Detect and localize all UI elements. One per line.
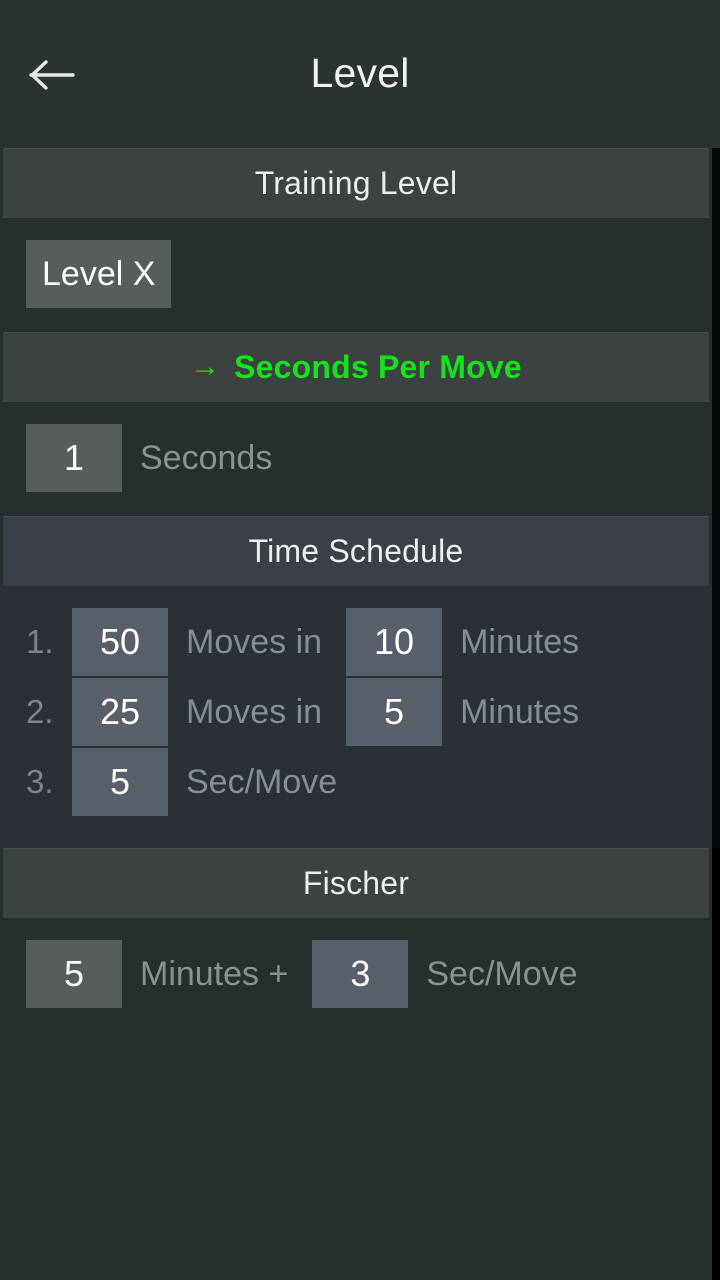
seconds-per-move-row: 1 Seconds	[0, 422, 712, 494]
time-schedule-row: 3. 5 Sec/Move	[0, 746, 712, 818]
moves-count-button[interactable]: 50	[72, 608, 168, 676]
arrow-right-icon: →	[190, 349, 221, 383]
moves-label: Moves in	[186, 692, 323, 731]
fischer-increment-label: Sec/Move	[426, 954, 578, 993]
seconds-per-move-unit-label: Seconds	[140, 438, 273, 477]
section-body-training-level: Level X	[0, 218, 712, 332]
page-title: Level	[310, 50, 410, 96]
section-header-time-schedule[interactable]: Time Schedule	[3, 516, 709, 586]
minutes-label: Minutes	[460, 622, 580, 661]
training-level-value-button[interactable]: Level X	[26, 240, 172, 308]
section-title-training-level: Training Level	[254, 165, 458, 201]
section-body-fischer: 5 Minutes + 3 Sec/Move	[0, 918, 712, 1032]
section-header-training-level[interactable]: Training Level	[3, 148, 709, 218]
row-index: 3.	[26, 763, 54, 800]
time-schedule-row: 2. 25 Moves in 5 Minutes	[0, 676, 712, 748]
level-settings-screen: Level Training Level Level X → Seconds P…	[0, 0, 720, 1280]
section-body-seconds-per-move: 1 Seconds	[0, 402, 712, 516]
section-header-seconds-per-move[interactable]: → Seconds Per Move	[3, 332, 709, 402]
moves-label: Moves in	[186, 622, 323, 661]
content-filler	[0, 1032, 712, 1280]
section-body-time-schedule: 1. 50 Moves in 10 Minutes 2. 25 Moves in…	[0, 586, 712, 848]
row-index: 1.	[26, 623, 54, 660]
vertical-scrollbar-thumb[interactable]	[712, 148, 720, 848]
section-title-fischer: Fischer	[302, 865, 410, 901]
minutes-count-button[interactable]: 5	[346, 678, 443, 746]
sec-per-move-button[interactable]: 5	[72, 748, 168, 816]
fischer-row: 5 Minutes + 3 Sec/Move	[0, 938, 712, 1010]
minutes-count-button[interactable]: 10	[346, 608, 443, 676]
fischer-increment-button[interactable]: 3	[312, 940, 409, 1008]
sec-per-move-label: Sec/Move	[186, 762, 338, 801]
app-bar: Level	[0, 0, 720, 148]
section-header-fischer[interactable]: Fischer	[3, 848, 709, 918]
vertical-scrollbar-track[interactable]	[712, 148, 720, 1280]
minutes-label: Minutes	[460, 692, 580, 731]
time-schedule-row: 1. 50 Moves in 10 Minutes	[0, 606, 712, 678]
settings-scroll-container[interactable]: Training Level Level X → Seconds Per Mov…	[0, 148, 712, 1280]
fischer-minutes-label: Minutes +	[140, 954, 289, 993]
moves-count-button[interactable]: 25	[72, 678, 168, 746]
section-title-time-schedule: Time Schedule	[248, 533, 464, 569]
row-index: 2.	[26, 693, 54, 730]
seconds-per-move-value-button[interactable]: 1	[26, 424, 122, 492]
fischer-minutes-button[interactable]: 5	[26, 940, 122, 1008]
training-level-row: Level X	[0, 238, 712, 310]
section-title-seconds-per-move: Seconds Per Move	[234, 349, 522, 385]
